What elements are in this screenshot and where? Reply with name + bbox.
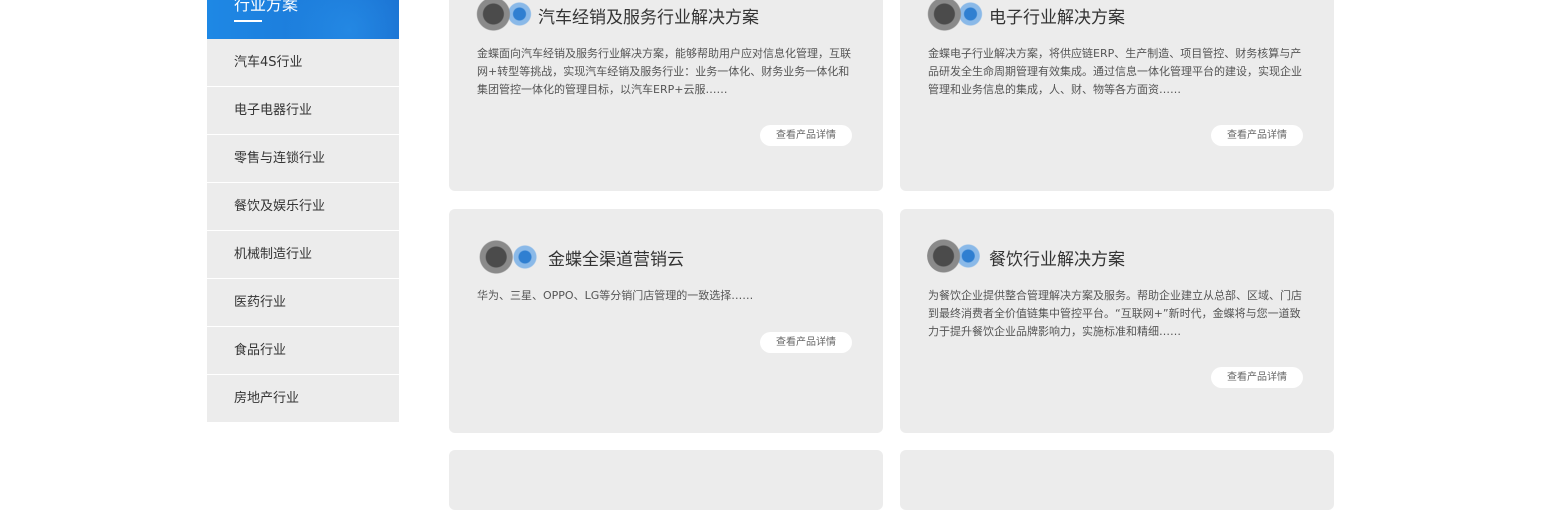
- card-description: 为餐饮企业提供整合管理解决方案及服务。帮助企业建立从总部、区域、门店到最终消费者…: [928, 289, 1302, 338]
- card-title: 金蝶全渠道营销云: [548, 250, 684, 270]
- card-description: 金蝶电子行业解决方案，将供应链ERP、生产制造、项目管控、财务核算与产品研发全生…: [928, 47, 1302, 96]
- sidebar-item-electronics[interactable]: 电子电器行业: [207, 87, 399, 135]
- view-details-button[interactable]: 查看产品详情: [1211, 125, 1303, 146]
- industry-sidebar: 行业方案 汽车4S行业 电子电器行业 零售与连锁行业 餐饮及娱乐行业 机械制造行…: [207, 0, 399, 423]
- card-title: 汽车经销及服务行业解决方案: [538, 8, 759, 28]
- sidebar-list: 汽车4S行业 电子电器行业 零售与连锁行业 餐饮及娱乐行业 机械制造行业 医药行…: [207, 39, 399, 423]
- omnichannel-icon: [477, 239, 541, 275]
- solution-card-omnichannel: 金蝶全渠道营销云 华为、三星、OPPO、LG等分销门店管理的一致选择…… 查看产…: [449, 209, 883, 433]
- view-details-button[interactable]: 查看产品详情: [760, 125, 852, 146]
- view-details-button[interactable]: 查看产品详情: [760, 332, 852, 353]
- card-description: 金蝶面向汽车经销及服务行业解决方案，能够帮助用户应对信息化管理，互联网+转型等挑…: [477, 47, 851, 96]
- sidebar-item-real-estate[interactable]: 房地产行业: [207, 375, 399, 423]
- solution-card-catering: 餐饮行业解决方案 为餐饮企业提供整合管理解决方案及服务。帮助企业建立从总部、区域…: [900, 209, 1334, 433]
- card-title: 电子行业解决方案: [989, 8, 1125, 28]
- solution-card-partial-left: [449, 450, 883, 510]
- catering-icon: [927, 239, 982, 273]
- view-details-button[interactable]: 查看产品详情: [1211, 367, 1303, 388]
- electronics-icon: [927, 0, 985, 31]
- sidebar-item-machinery[interactable]: 机械制造行业: [207, 231, 399, 279]
- card-description: 华为、三星、OPPO、LG等分销门店管理的一致选择……: [477, 289, 754, 302]
- solution-card-automotive: 汽车经销及服务行业解决方案 金蝶面向汽车经销及服务行业解决方案，能够帮助用户应对…: [449, 0, 883, 191]
- sidebar-title-underline: [234, 20, 262, 22]
- sidebar-item-pharma[interactable]: 医药行业: [207, 279, 399, 327]
- sidebar-title: 行业方案: [234, 0, 299, 14]
- sidebar-item-auto-4s[interactable]: 汽车4S行业: [207, 39, 399, 87]
- sidebar-item-food[interactable]: 食品行业: [207, 327, 399, 375]
- solution-card-partial-right: [900, 450, 1334, 510]
- sidebar-header: 行业方案: [207, 0, 399, 39]
- automotive-icon: [476, 0, 534, 31]
- sidebar-item-catering-entertainment[interactable]: 餐饮及娱乐行业: [207, 183, 399, 231]
- solution-card-electronics: 电子行业解决方案 金蝶电子行业解决方案，将供应链ERP、生产制造、项目管控、财务…: [900, 0, 1334, 191]
- sidebar-item-retail-chain[interactable]: 零售与连锁行业: [207, 135, 399, 183]
- card-title: 餐饮行业解决方案: [989, 250, 1125, 270]
